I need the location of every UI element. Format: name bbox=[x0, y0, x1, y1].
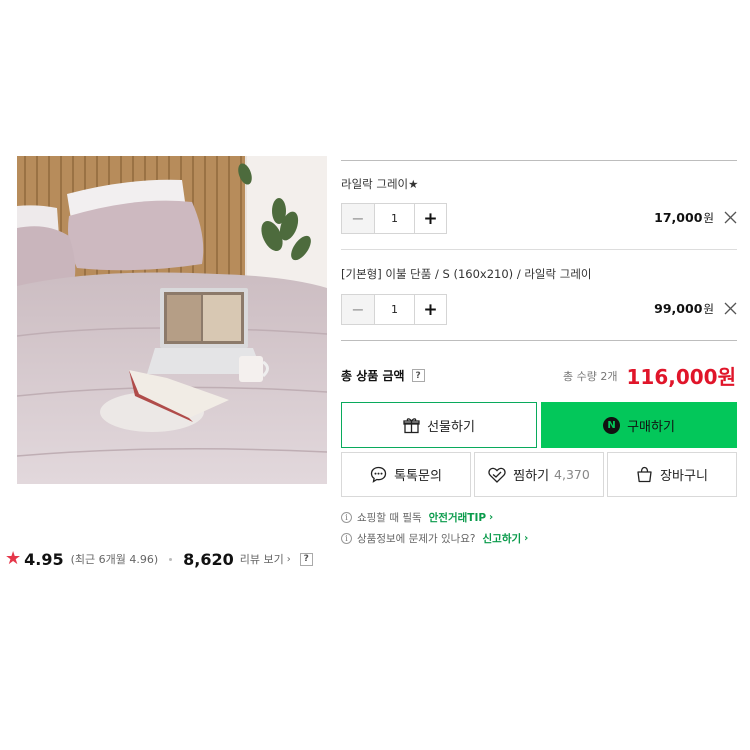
zzim-button[interactable]: 찜하기 4,370 bbox=[474, 452, 604, 497]
notice-text: 상품정보에 문제가 있나요? bbox=[357, 533, 476, 545]
total-help-icon[interactable]: ? bbox=[411, 369, 425, 382]
dot-separator bbox=[169, 557, 173, 561]
notice-row: i 쇼핑할 때 필독 안전거래TIP › bbox=[341, 510, 493, 525]
quantity-input[interactable]: 1 bbox=[375, 204, 414, 233]
decrease-button[interactable]: − bbox=[342, 295, 375, 324]
divider bbox=[341, 160, 737, 161]
talktalk-button[interactable]: 톡톡문의 bbox=[341, 452, 471, 497]
total-label-text: 총 상품 금액 bbox=[341, 369, 405, 383]
chevron-right-icon: › bbox=[286, 553, 291, 565]
price-unit: 원 bbox=[703, 302, 714, 316]
increase-button[interactable]: + bbox=[414, 295, 446, 324]
gift-button[interactable]: 선물하기 bbox=[341, 402, 537, 448]
info-icon: i bbox=[341, 533, 352, 544]
notice-row: i 상품정보에 문제가 있나요? 신고하기 › bbox=[341, 531, 528, 546]
quantity-input[interactable]: 1 bbox=[375, 295, 414, 324]
chat-icon bbox=[370, 466, 387, 483]
cart-button[interactable]: 장바구니 bbox=[607, 452, 737, 497]
star-icon: ★ bbox=[5, 548, 22, 569]
info-icon: i bbox=[341, 512, 352, 523]
zzim-count: 4,370 bbox=[554, 467, 590, 482]
safe-trade-tip-link[interactable]: 안전거래TIP › bbox=[429, 510, 494, 525]
divider bbox=[341, 340, 737, 341]
review-link[interactable]: 리뷰 보기 › bbox=[240, 551, 291, 567]
chevron-right-icon: › bbox=[524, 533, 529, 544]
decrease-button[interactable]: − bbox=[342, 204, 375, 233]
product-image bbox=[17, 156, 327, 484]
buy-button[interactable]: N 구매하기 bbox=[541, 402, 737, 448]
rating-recent: (최근 6개월 4.96) bbox=[70, 553, 159, 566]
gift-button-label: 선물하기 bbox=[427, 419, 475, 435]
review-link-label: 리뷰 보기 bbox=[239, 553, 284, 566]
rating-help-icon[interactable]: ? bbox=[299, 552, 313, 566]
report-link[interactable]: 신고하기 › bbox=[483, 531, 529, 546]
total-quantity: 총 수량 2개 bbox=[563, 370, 618, 383]
buy-button-label: 구매하기 bbox=[627, 419, 675, 435]
talktalk-button-label: 톡톡문의 bbox=[394, 469, 442, 484]
increase-button[interactable]: + bbox=[414, 204, 446, 233]
total-label: 총 상품 금액 ? bbox=[341, 367, 425, 384]
notice-link-label: 신고하기 bbox=[482, 533, 522, 545]
notice-text: 쇼핑할 때 필독 bbox=[357, 512, 422, 524]
rating-row: ★ 4.95 (최근 6개월 4.96) 8,620 리뷰 보기 › ? bbox=[5, 548, 313, 570]
price-unit: 원 bbox=[703, 211, 714, 225]
zzim-button-label: 찜하기 bbox=[513, 469, 550, 484]
option-name: 라일락 그레이★ bbox=[341, 177, 419, 191]
rating-score: 4.95 bbox=[24, 549, 64, 569]
quantity-stepper: − 1 + bbox=[341, 203, 447, 234]
notice-link-label: 안전거래TIP bbox=[428, 512, 487, 524]
heart-icon bbox=[488, 467, 506, 483]
option-price-value: 99,000 bbox=[654, 301, 703, 316]
cart-button-label: 장바구니 bbox=[660, 469, 708, 484]
divider bbox=[341, 249, 737, 250]
shopping-bag-icon bbox=[637, 466, 652, 483]
naver-pay-icon: N bbox=[603, 416, 621, 434]
quantity-stepper: − 1 + bbox=[341, 294, 447, 325]
review-count: 8,620 bbox=[183, 549, 234, 569]
option-price: 99,000원 bbox=[654, 301, 714, 317]
gift-icon bbox=[403, 417, 420, 433]
close-icon[interactable] bbox=[724, 302, 737, 315]
total-price: 116,000원 bbox=[626, 365, 737, 389]
option-name: [기본형] 이불 단품 / S (160x210) / 라일락 그레이 bbox=[341, 267, 592, 281]
option-price-value: 17,000 bbox=[654, 210, 703, 225]
chevron-right-icon: › bbox=[489, 512, 494, 523]
option-price: 17,000원 bbox=[654, 210, 714, 226]
close-icon[interactable] bbox=[724, 211, 737, 224]
